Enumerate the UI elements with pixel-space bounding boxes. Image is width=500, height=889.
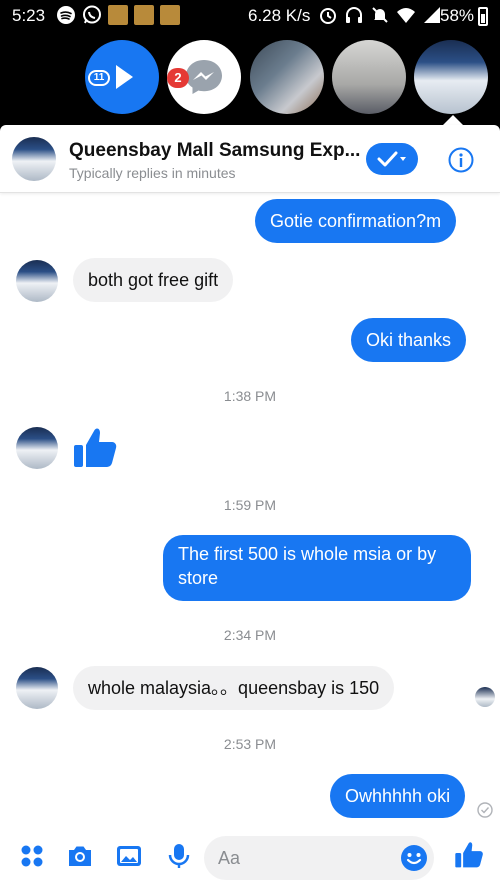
battery-icon [478, 7, 488, 26]
active-head-pointer [443, 115, 463, 125]
wifi-icon [397, 8, 415, 23]
emoji-icon[interactable] [400, 844, 428, 872]
outgoing-message[interactable]: Gotie confirmation?m [255, 199, 457, 243]
network-speed: 6.28 K/s [248, 6, 311, 25]
mark-done-button[interactable] [366, 143, 418, 175]
contact-avatar[interactable] [12, 137, 56, 181]
outgoing-message[interactable]: Owhhhhh oki [330, 774, 466, 818]
chat-window: Queensbay Mall Samsung Exp... Typically … [0, 125, 500, 889]
chat-head-contact-active[interactable] [414, 40, 488, 114]
info-icon[interactable] [448, 147, 474, 173]
contact-name[interactable]: Queensbay Mall Samsung Exp... [69, 140, 360, 162]
camera-icon[interactable] [66, 842, 94, 870]
chat-heads-bar: 11 2 [0, 32, 500, 125]
status-time: 5:23 [12, 6, 46, 25]
spotify-icon [57, 6, 75, 24]
whatsapp-icon [83, 5, 101, 24]
signal-icon [424, 7, 440, 23]
apps-icon[interactable] [18, 842, 46, 870]
chat-head-contact[interactable] [250, 40, 324, 114]
image-icon[interactable] [115, 842, 143, 870]
mute-icon [372, 7, 388, 23]
contact-avatar [16, 427, 58, 469]
like-icon[interactable] [72, 425, 118, 471]
alarm-icon [320, 8, 336, 24]
headset-icon [346, 7, 362, 23]
timestamp: 2:34 PM [223, 627, 277, 643]
photo-icon [108, 5, 128, 25]
status-bar: 5:23 6.28 K/s 58% [0, 0, 500, 32]
contact-avatar [16, 260, 58, 302]
message-field[interactable] [204, 836, 434, 880]
photo-icon [160, 5, 180, 25]
timestamp: 1:59 PM [223, 497, 277, 513]
messenger-unread-badge: 2 [167, 68, 189, 88]
status-icons-right [318, 5, 442, 25]
like-icon[interactable] [454, 839, 484, 871]
incoming-message[interactable]: whole malaysia。。queensbay is 150 [73, 666, 395, 710]
contact-avatar [16, 667, 58, 709]
outgoing-message[interactable]: The first 500 is whole msia or by store [163, 535, 471, 601]
outgoing-message[interactable]: Oki thanks [351, 318, 467, 362]
composer-bar [0, 826, 500, 889]
message-input[interactable] [218, 846, 388, 870]
battery-percent: 58% [440, 6, 475, 25]
chat-header: Queensbay Mall Samsung Exp... Typically … [0, 125, 500, 193]
timestamp: 2:53 PM [223, 736, 277, 752]
video-count-badge: 11 [88, 70, 110, 86]
chat-head-contact[interactable] [332, 40, 406, 114]
photo-icon [134, 5, 154, 25]
check-dropdown-icon [377, 151, 406, 167]
incoming-message[interactable]: both got free gift [73, 258, 234, 302]
timestamp: 1:38 PM [223, 388, 277, 404]
status-icons-left [56, 5, 180, 25]
sent-check-icon [477, 802, 493, 818]
mic-icon[interactable] [165, 842, 193, 870]
read-receipt-avatar [475, 687, 495, 707]
response-time: Typically replies in minutes [69, 165, 236, 181]
